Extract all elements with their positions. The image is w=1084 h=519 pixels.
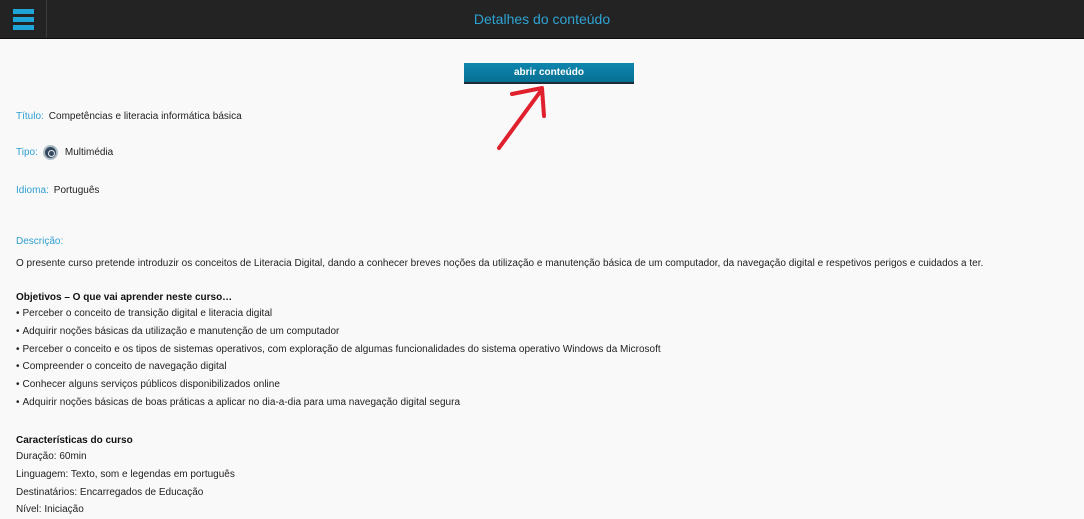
objectives-heading: Objetivos – O que vai aprender neste cur… <box>16 292 233 303</box>
type-label: Tipo: <box>16 147 38 158</box>
type-field: Tipo: Multimédia <box>16 145 113 160</box>
description-label: Descrição: <box>16 236 64 247</box>
list-item: • Adquirir noções básicas da utilização e… <box>16 323 661 341</box>
top-bar: Detalhes do conteúdo <box>0 0 1084 39</box>
bullet: • <box>16 361 20 373</box>
bullet: • <box>16 379 20 391</box>
list-item: • Compreender o conceito de navegação dig… <box>16 358 661 376</box>
list-item: Destinatários: Encarregados de Educação <box>16 486 204 498</box>
bullet: • <box>16 325 20 337</box>
page-title: Detalhes do conteúdo <box>473 11 611 27</box>
list-item: • Adquirir noções básicas de boas prática… <box>16 394 661 412</box>
bullet: • <box>16 308 20 319</box>
title-value: Competências e literacia informática bás… <box>48 111 242 122</box>
objective-text: Adquirir noções básicas de boas práticas… <box>22 396 461 408</box>
language-value: Português <box>53 185 100 196</box>
hamburger-menu-icon <box>12 8 34 30</box>
objective-text: Perceber o conceito e os tipos de sistem… <box>22 343 661 355</box>
objective-text: Compreender o conceito de navegação digi… <box>22 361 227 373</box>
list-item: • Conhecer alguns serviços públicos dispo… <box>16 376 661 394</box>
objective-text: Adquirir noções básicas da utilização e … <box>22 325 340 337</box>
list-item: Linguagem: Texto, som e legendas em port… <box>16 468 235 480</box>
red-arrow-annotation <box>497 86 546 150</box>
characteristics-list: Duração: 60min Linguagem: Texto, som e l… <box>16 448 235 519</box>
list-item: • Perceber o conceito e os tipos de siste… <box>16 341 661 359</box>
list-item: • Perceber o conceito de transição digita… <box>16 305 661 323</box>
title-field: Título: Competências e literacia informá… <box>16 110 242 123</box>
hamburger-menu-button[interactable] <box>0 0 47 38</box>
type-value: Multimédia <box>64 147 114 158</box>
objective-text: Perceber o conceito de transição digital… <box>22 308 273 319</box>
list-item: Nível: Iniciação <box>16 504 84 516</box>
list-item: Duração: 60min <box>16 451 87 462</box>
language-label: Idioma: <box>16 185 49 196</box>
objective-text: Conhecer alguns serviços públicos dispon… <box>22 379 280 391</box>
description-text: O presente curso pretende introduzir os … <box>16 258 984 269</box>
title-label: Título: <box>16 111 44 122</box>
multimedia-icon <box>42 145 58 160</box>
objectives-list: • Perceber o conceito de transição digita… <box>16 305 661 412</box>
language-field: Idioma: Português <box>16 184 99 197</box>
bullet: • <box>16 396 20 408</box>
bullet: • <box>16 343 20 355</box>
characteristics-heading: Características do curso <box>16 435 133 446</box>
